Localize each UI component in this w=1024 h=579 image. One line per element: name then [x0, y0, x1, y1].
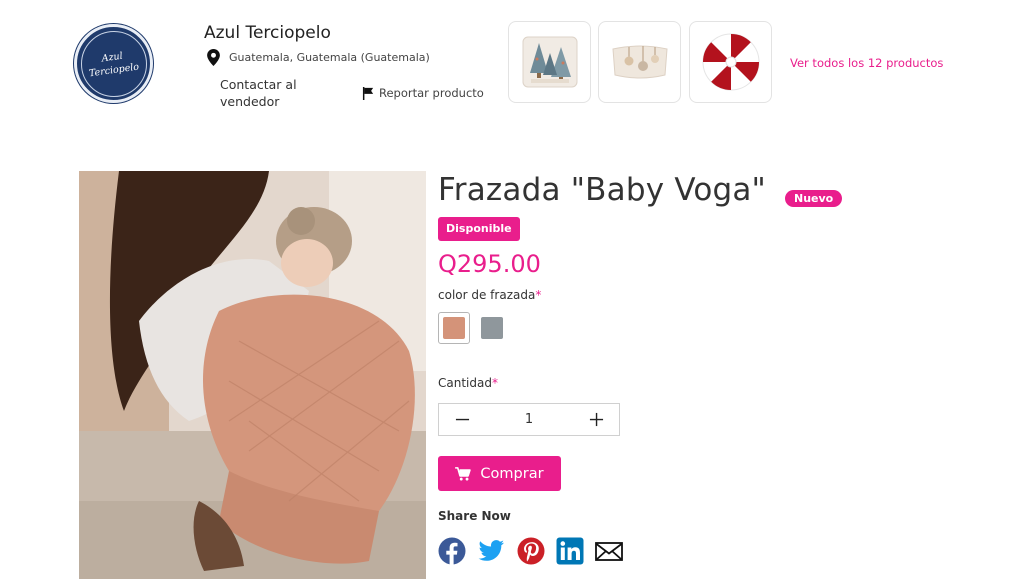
quantity-input[interactable] [499, 412, 559, 427]
facebook-icon [438, 537, 466, 565]
share-linkedin-button[interactable] [556, 537, 584, 565]
quantity-required-mark: * [491, 376, 498, 390]
product-title: Frazada "Baby Voga" [438, 172, 767, 208]
twitter-icon [478, 540, 504, 561]
buy-button-label: Comprar [480, 465, 544, 482]
flag-icon [362, 86, 374, 100]
tree-pillow-image [522, 36, 577, 88]
view-all-products-link[interactable]: Ver todos los 12 productos [790, 56, 943, 70]
quantity-label-text: Cantidad [438, 376, 492, 390]
quantity-decrease-button[interactable] [439, 404, 485, 435]
product-main-image[interactable] [79, 171, 426, 579]
product-thumbnail-tree-pillow[interactable] [508, 21, 591, 103]
report-product-link[interactable]: Reportar producto [362, 86, 484, 100]
linkedin-icon [556, 537, 584, 565]
seller-logo[interactable]: Azul Terciopelo [74, 24, 153, 103]
color-swatch-gray[interactable] [476, 312, 508, 344]
location-pin-icon [207, 49, 220, 66]
seller-logo-ring: Azul Terciopelo [80, 30, 147, 97]
availability-badge: Disponible [438, 217, 520, 241]
color-swatch-peach[interactable] [438, 312, 470, 344]
share-pinterest-button[interactable] [517, 537, 545, 565]
product-thumbnail-peppermint-pillow[interactable] [689, 21, 772, 103]
seller-logo-line2: Terciopelo [88, 60, 141, 79]
blanket-color-label-text: color de frazada [438, 288, 536, 302]
plus-icon [589, 412, 603, 427]
report-product-label: Reportar producto [379, 86, 484, 100]
seller-name[interactable]: Azul Terciopelo [204, 23, 331, 43]
blanket-color-label: color de frazada* [438, 288, 541, 302]
seller-logo-line1: Azul [101, 50, 124, 64]
share-email-button[interactable] [595, 537, 623, 565]
buy-button[interactable]: Comprar [438, 456, 561, 491]
share-twitter-button[interactable] [477, 537, 505, 565]
cart-icon [455, 466, 472, 480]
quantity-increase-button[interactable] [573, 404, 619, 435]
share-now-label: Share Now [438, 509, 511, 523]
pinterest-icon [517, 537, 545, 565]
quantity-stepper [438, 403, 620, 436]
color-swatch-peach-fill [443, 317, 465, 339]
new-badge: Nuevo [785, 190, 843, 207]
product-price: Q295.00 [438, 250, 541, 278]
ornament-pillow-image [611, 45, 668, 79]
mother-baby-blanket-photo [79, 171, 426, 579]
color-swatch-gray-fill [481, 317, 503, 339]
share-facebook-button[interactable] [438, 537, 466, 565]
seller-location: Guatemala, Guatemala (Guatemala) [207, 49, 430, 66]
required-mark: * [535, 288, 542, 302]
peppermint-pillow-image [702, 33, 759, 91]
minus-icon [455, 418, 469, 421]
product-thumbnail-ornament-pillow[interactable] [598, 21, 681, 103]
quantity-label: Cantidad* [438, 376, 498, 390]
contact-seller-link[interactable]: Contactar al vendedor [220, 76, 330, 110]
email-icon [595, 542, 623, 561]
seller-location-text: Guatemala, Guatemala (Guatemala) [229, 51, 430, 64]
seller-logo-text: Azul Terciopelo [87, 47, 140, 80]
